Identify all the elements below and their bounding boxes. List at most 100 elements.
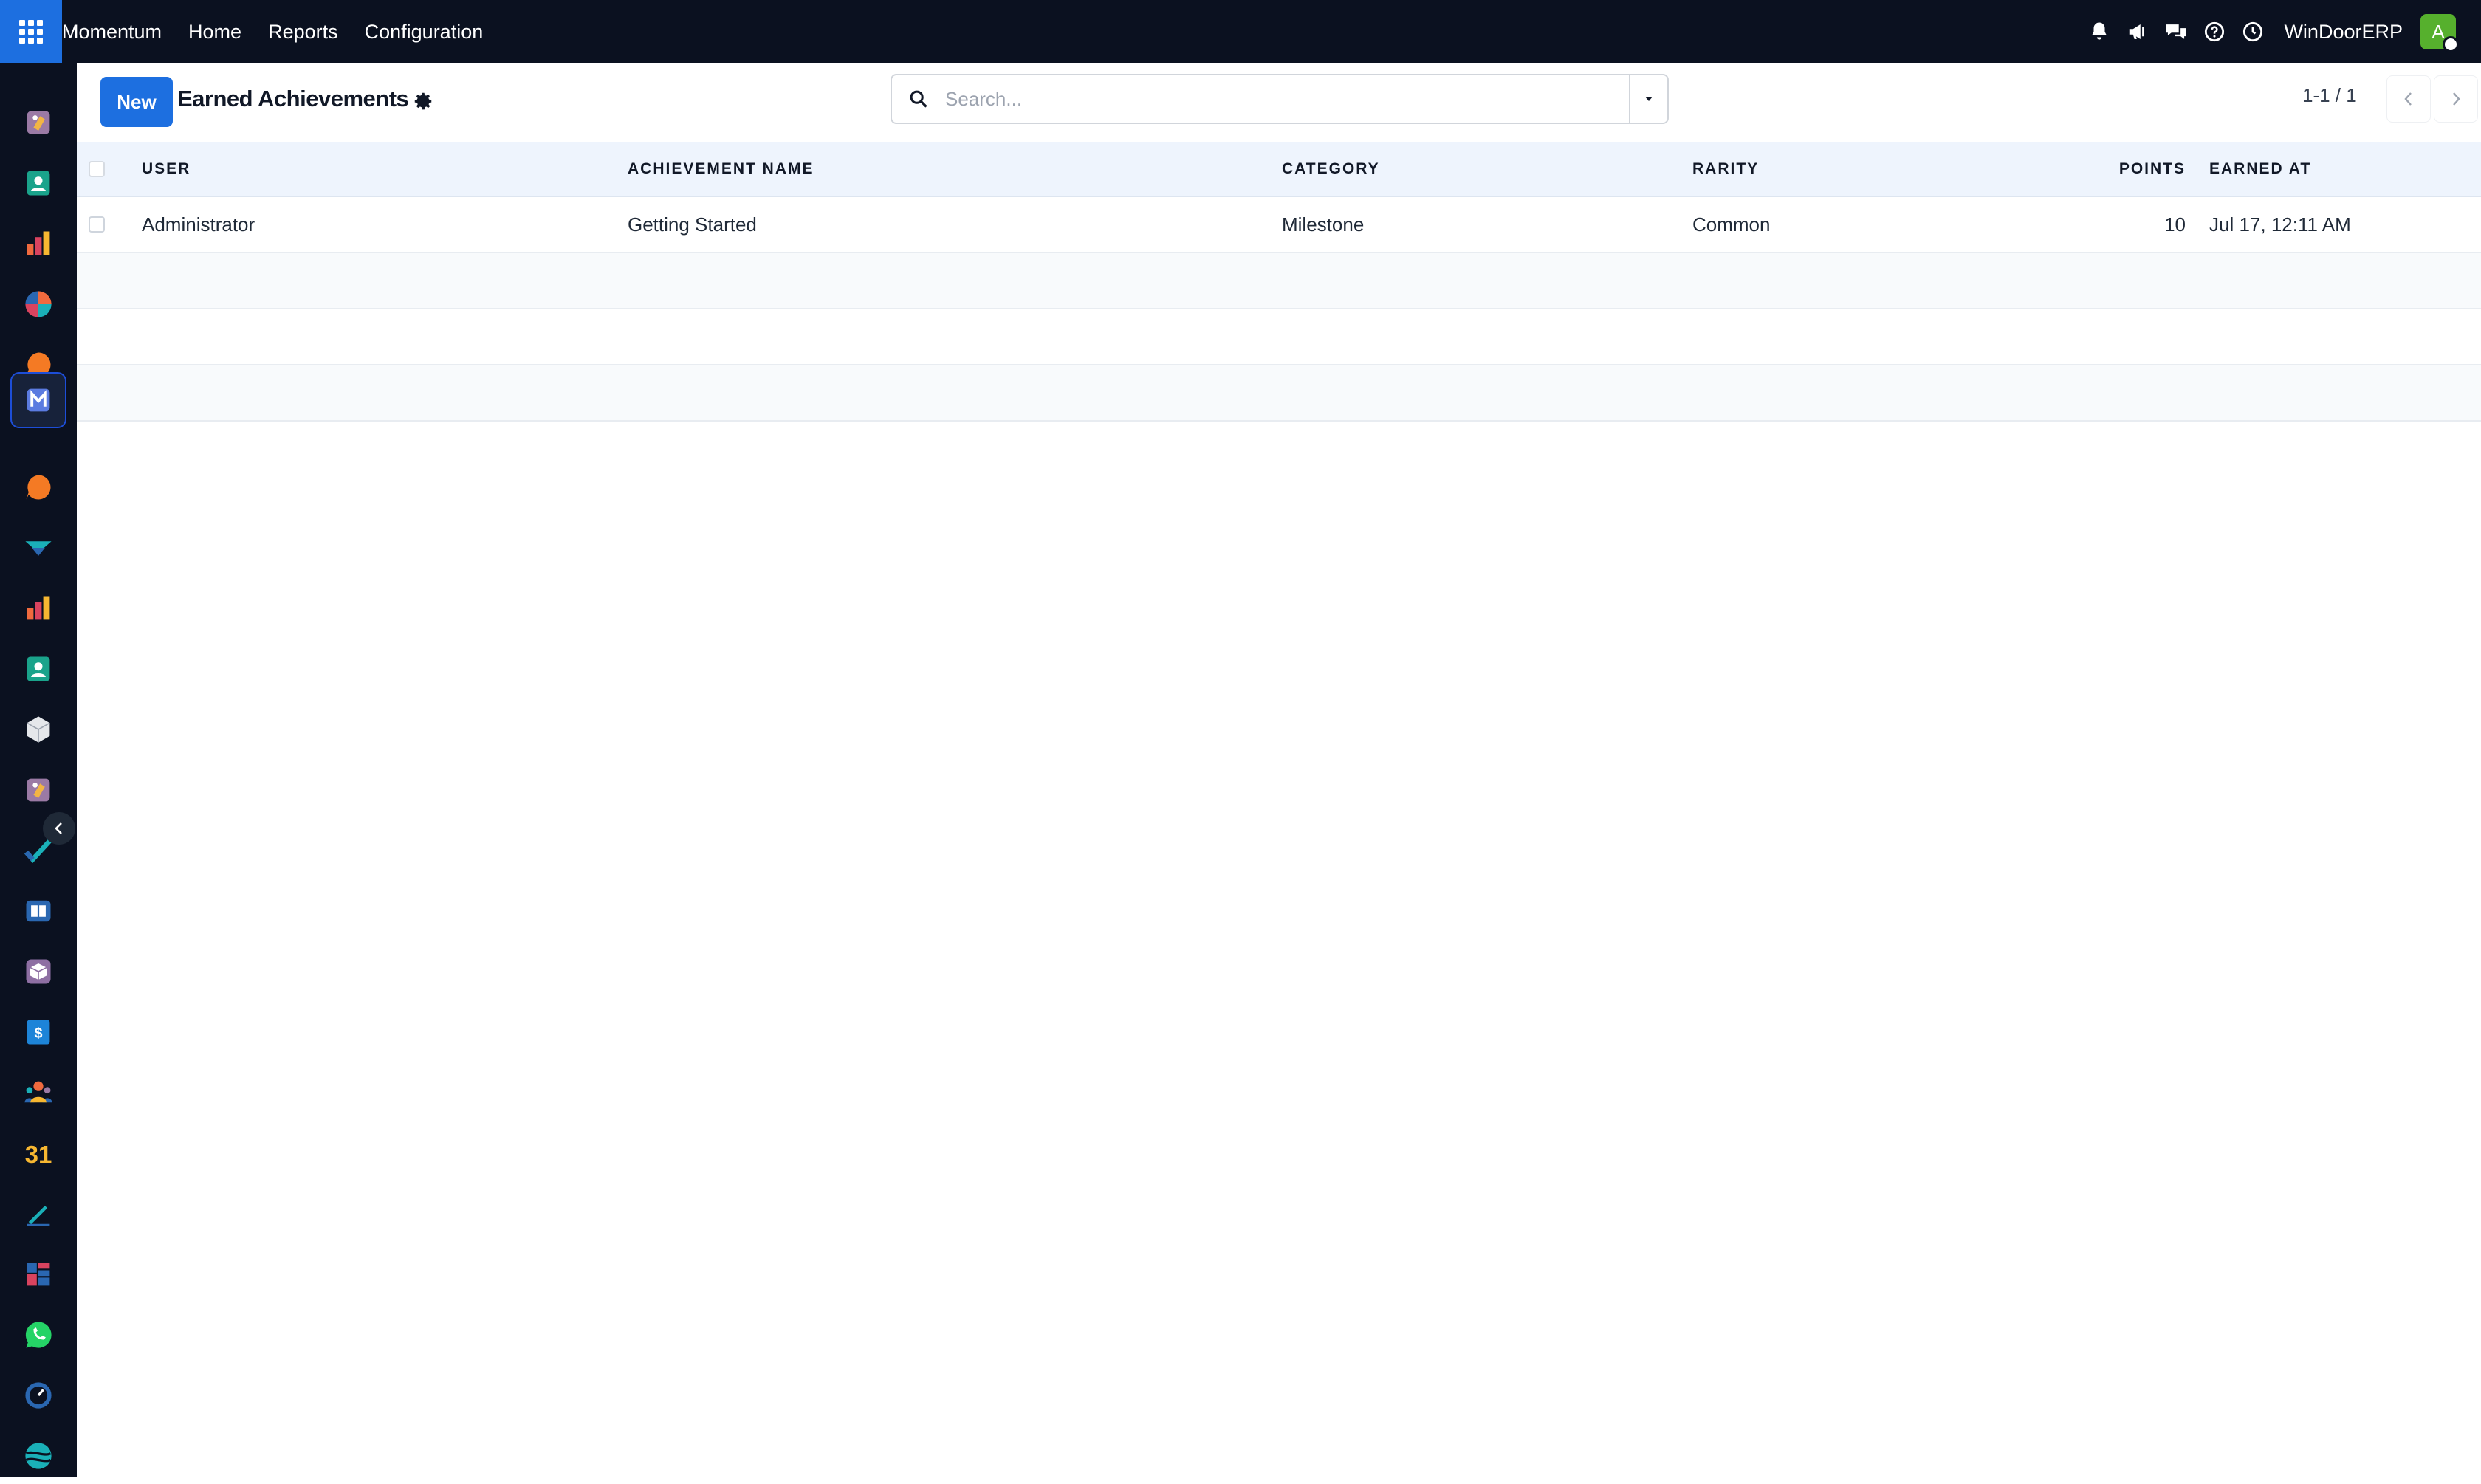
momentum-icon xyxy=(27,388,50,412)
website-icon xyxy=(25,1443,52,1469)
sidebar-item-employees[interactable] xyxy=(10,1065,66,1121)
sidebar-item-spreadsheet[interactable] xyxy=(10,1246,66,1302)
column-header-rarity[interactable]: RARITY xyxy=(1692,142,1955,197)
sidebar-item-contacts-2[interactable] xyxy=(10,641,66,697)
company-switcher[interactable]: WinDoorERP xyxy=(2284,21,2403,44)
sidebar-item-product[interactable] xyxy=(10,701,66,758)
search-bar xyxy=(891,74,1669,124)
reports-icon-2 xyxy=(27,596,50,620)
cell-achievement-name[interactable]: Getting Started xyxy=(628,196,1282,253)
sidebar-item-momentum[interactable] xyxy=(10,372,66,428)
sidebar-item-sign[interactable] xyxy=(10,1186,66,1242)
sidebar-item-dashboard[interactable] xyxy=(10,276,66,332)
column-header-user[interactable]: USER xyxy=(142,142,628,197)
sidebar-item-package[interactable] xyxy=(10,944,66,1000)
cell-points[interactable]: 10 xyxy=(1955,196,2209,253)
reports-icon xyxy=(27,231,50,255)
presence-status-dot xyxy=(2443,36,2459,52)
page-title: Earned Achievements xyxy=(177,86,409,111)
systray: WinDoorERP A xyxy=(2080,0,2481,63)
pager-value[interactable]: 1-1 / 1 xyxy=(2302,84,2357,107)
column-header-points[interactable]: POINTS xyxy=(1955,142,2209,197)
chevron-right-icon xyxy=(2453,92,2460,106)
grid-icon xyxy=(19,20,43,44)
row-checkbox[interactable] xyxy=(89,216,105,233)
discuss-icon-2 xyxy=(26,475,51,500)
menu-configuration[interactable]: Configuration xyxy=(351,0,497,63)
dashboard-pie-icon xyxy=(25,291,52,317)
caret-down-icon xyxy=(1645,97,1653,101)
sidebar-item-inventory[interactable] xyxy=(10,520,66,576)
row-select-cell xyxy=(77,196,142,253)
search-icon[interactable] xyxy=(892,89,945,109)
empty-row xyxy=(77,365,2481,422)
bell-icon[interactable] xyxy=(2080,0,2118,63)
search-input[interactable] xyxy=(945,77,1629,121)
empty-row xyxy=(77,253,2481,309)
knowledge-icon xyxy=(26,900,51,922)
sidebar-item-whatsapp[interactable] xyxy=(10,1307,66,1363)
empty-row xyxy=(77,309,2481,365)
chat-icon[interactable] xyxy=(2157,0,2195,63)
sidebar-item-invoicing[interactable]: $ xyxy=(10,1004,66,1060)
sidebar-item-calendar[interactable]: 31 xyxy=(10,1125,66,1181)
calendar-icon: 31 xyxy=(25,1141,52,1168)
invoicing-icon: $ xyxy=(27,1020,50,1045)
sidebar-item-app-1[interactable] xyxy=(10,95,66,151)
sidebar-item-reports-2[interactable] xyxy=(10,580,66,636)
app-sidebar: $ 31 xyxy=(0,63,77,1477)
whatsapp-icon xyxy=(25,1322,52,1348)
new-button[interactable]: New xyxy=(100,77,173,127)
spreadsheet-icon xyxy=(27,1263,50,1286)
cell-rarity[interactable]: Common xyxy=(1692,196,1955,253)
gear-icon[interactable] xyxy=(412,90,434,112)
clock-icon[interactable] xyxy=(2234,0,2272,63)
sidebar-item-contacts[interactable] xyxy=(10,155,66,211)
table-header-row: USER ACHIEVEMENT NAME CATEGORY RARITY PO… xyxy=(77,142,2481,197)
product-box-icon xyxy=(27,716,50,743)
avatar-letter: A xyxy=(2432,20,2445,43)
contacts-icon xyxy=(27,171,50,196)
top-navbar: Momentum Home Reports Configuration WinD… xyxy=(0,0,2481,63)
control-panel: New Earned Achievements 1-1 / 1 xyxy=(77,63,2481,142)
svg-text:$: $ xyxy=(34,1026,42,1042)
table-row[interactable]: Administrator Getting Started Milestone … xyxy=(77,196,2481,253)
column-header-category[interactable]: CATEGORY xyxy=(1282,142,1692,197)
search-panel-toggle[interactable] xyxy=(1629,75,1667,123)
contacts-icon-2 xyxy=(27,656,50,681)
sidebar-item-timer[interactable] xyxy=(10,1367,66,1423)
menu-reports[interactable]: Reports xyxy=(255,0,351,63)
cell-category[interactable]: Milestone xyxy=(1282,196,1692,253)
employees-icon xyxy=(24,1081,52,1103)
column-header-achievement-name[interactable]: ACHIEVEMENT NAME xyxy=(628,142,1282,197)
top-menu: Momentum Home Reports Configuration xyxy=(62,0,496,63)
timer-icon xyxy=(25,1382,52,1409)
megaphone-icon[interactable] xyxy=(2118,0,2157,63)
sidebar-item-app-2[interactable] xyxy=(10,762,66,818)
sidebar-collapse-button[interactable] xyxy=(43,812,75,845)
app-icon-1 xyxy=(27,111,50,134)
sidebar-item-knowledge[interactable] xyxy=(10,883,66,939)
menu-home[interactable]: Home xyxy=(175,0,255,63)
list-view: USER ACHIEVEMENT NAME CATEGORY RARITY PO… xyxy=(77,142,2481,422)
chevron-left-icon xyxy=(2404,92,2412,106)
column-header-earned-at[interactable]: EARNED AT xyxy=(2209,142,2481,197)
user-avatar[interactable]: A xyxy=(2420,14,2459,52)
package-icon xyxy=(26,959,51,984)
chevron-left-icon xyxy=(55,822,62,834)
select-all-cell xyxy=(77,142,142,197)
sidebar-item-discuss-2[interactable] xyxy=(10,459,66,515)
cell-user[interactable]: Administrator xyxy=(142,196,628,253)
pager-previous-button[interactable] xyxy=(2386,75,2431,123)
calendar-day-glyph: 31 xyxy=(25,1141,52,1168)
cell-earned-at[interactable]: Jul 17, 12:11 AM xyxy=(2209,196,2481,253)
sidebar-item-reports[interactable] xyxy=(10,216,66,272)
app-brand-link[interactable]: Momentum xyxy=(62,0,175,63)
help-icon[interactable] xyxy=(2195,0,2234,63)
pager-next-button[interactable] xyxy=(2434,75,2478,123)
apps-menu-button[interactable] xyxy=(0,0,62,63)
select-all-checkbox[interactable] xyxy=(89,160,105,177)
records-table: USER ACHIEVEMENT NAME CATEGORY RARITY PO… xyxy=(77,142,2481,422)
sign-icon xyxy=(27,1206,50,1227)
sidebar-item-website[interactable] xyxy=(10,1428,66,1484)
